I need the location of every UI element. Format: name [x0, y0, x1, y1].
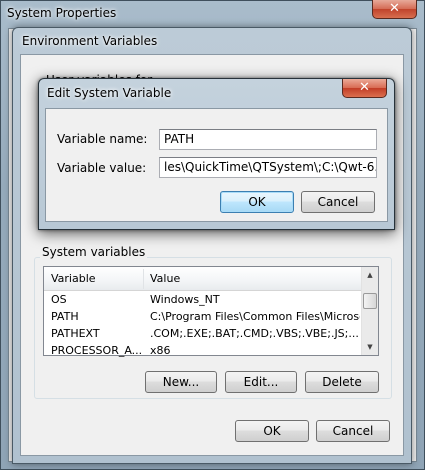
variable-cell: PATHEXT	[51, 327, 100, 340]
column-header-value[interactable]: Value	[150, 272, 180, 285]
variable-value-input[interactable]: les\QuickTime\QTSystem\;C:\Qwt-6.0.1\lib	[159, 157, 377, 178]
table-row[interactable]: PROCESSOR_A... x86	[44, 343, 361, 359]
variable-cell: PROCESSOR_A...	[51, 344, 143, 357]
variable-value-label: Variable value:	[57, 161, 147, 175]
value-cell: .COM;.EXE;.BAT;.CMD;.VBS;.VBE;.JS;....	[150, 327, 360, 340]
table-row[interactable]: OS Windows_NT	[44, 292, 361, 308]
system-properties-close-button[interactable]: ✕	[372, 0, 417, 19]
value-cell: Windows_NT	[150, 293, 220, 306]
edit-ok-button[interactable]: OK	[220, 191, 294, 213]
edit-cancel-button[interactable]: Cancel	[301, 191, 375, 213]
scroll-up-arrow-icon[interactable]: ▲	[362, 267, 378, 283]
delete-button[interactable]: Delete	[305, 371, 379, 393]
table-row[interactable]: PATHEXT .COM;.EXE;.BAT;.CMD;.VBS;.VBE;.J…	[44, 326, 361, 342]
variable-name-label: Variable name:	[57, 132, 148, 146]
new-button[interactable]: New...	[145, 371, 217, 393]
scroll-thumb[interactable]	[363, 293, 377, 309]
system-variables-label: System variables	[40, 245, 148, 259]
value-cell: x86	[150, 344, 171, 357]
close-icon: ✕	[389, 1, 400, 16]
ok-button[interactable]: OK	[235, 420, 309, 442]
cancel-button[interactable]: Cancel	[316, 420, 390, 442]
scroll-down-arrow-icon[interactable]: ▼	[362, 339, 378, 355]
column-header-variable[interactable]: Variable	[51, 272, 96, 285]
variable-cell: PATH	[51, 310, 79, 323]
edit-dialog-close-button[interactable]: ✕	[342, 79, 387, 98]
environment-variables-title: Environment Variables	[22, 34, 158, 48]
value-cell: C:\Program Files\Common Files\Microsof..…	[150, 310, 360, 323]
variable-cell: OS	[51, 293, 67, 306]
list-header: Variable Value	[44, 267, 361, 291]
column-divider[interactable]	[143, 269, 144, 289]
variable-name-input[interactable]: PATH	[159, 129, 377, 150]
close-icon: ✕	[359, 80, 370, 95]
table-row[interactable]: PATH C:\Program Files\Common Files\Micro…	[44, 309, 361, 325]
edit-button[interactable]: Edit...	[225, 371, 297, 393]
system-properties-title: System Properties	[7, 6, 117, 20]
edit-system-variable-title: Edit System Variable	[47, 86, 172, 100]
list-scrollbar[interactable]: ▲ ▼	[361, 267, 378, 355]
